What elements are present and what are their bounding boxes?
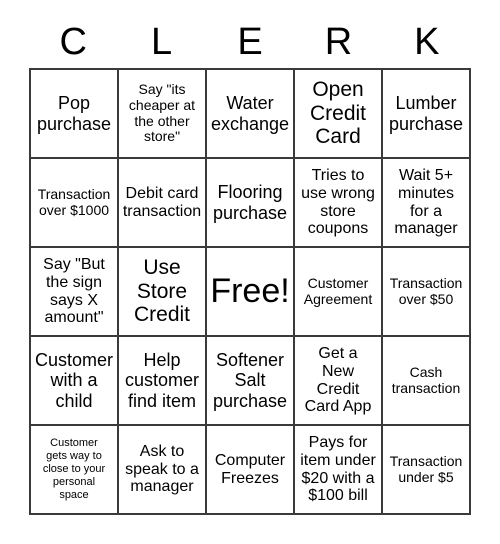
bingo-cell-r4-c3[interactable]: Softener Salt purchase [207, 337, 295, 426]
bingo-cell-label: Pays for item under $20 with a $100 bill [300, 433, 376, 505]
bingo-header-letter-1: C [59, 21, 87, 63]
bingo-cell-r4-c5[interactable]: Cash transaction [383, 337, 471, 426]
bingo-cell-r1-c3[interactable]: Water exchange [207, 70, 295, 159]
bingo-cell-label: Say "But the sign says X amount" [43, 255, 105, 327]
bingo-cell-r5-c1[interactable]: Customer gets way to close to your perso… [31, 426, 119, 515]
bingo-cell-label: Use Store Credit [133, 256, 191, 327]
bingo-cell-r4-c2[interactable]: Help customer find item [119, 337, 207, 426]
bingo-cell-label: Softener Salt purchase [212, 350, 288, 411]
bingo-cell-label: Transaction under $5 [389, 452, 463, 485]
bingo-cell-r1-c1[interactable]: Pop purchase [31, 70, 119, 159]
bingo-cell-r5-c3[interactable]: Computer Freezes [207, 426, 295, 515]
bingo-cell-label: Get a New Credit Card App [304, 344, 372, 416]
bingo-cell-r2-c3[interactable]: Flooring purchase [207, 159, 295, 248]
bingo-cell-label: Lumber purchase [388, 93, 464, 134]
bingo-cell-r5-c5[interactable]: Transaction under $5 [383, 426, 471, 515]
bingo-cell-r4-c1[interactable]: Customer with a child [31, 337, 119, 426]
bingo-cell-r2-c4[interactable]: Tries to use wrong store coupons [295, 159, 383, 248]
bingo-cell-label: Help customer find item [124, 350, 200, 411]
bingo-cell-r2-c2[interactable]: Debit card transaction [119, 159, 207, 248]
bingo-cell-label: Water exchange [210, 93, 290, 134]
bingo-cell-r5-c4[interactable]: Pays for item under $20 with a $100 bill [295, 426, 383, 515]
bingo-header-letter-3: E [237, 21, 263, 63]
bingo-cell-label: Pop purchase [36, 93, 112, 134]
bingo-cell-label: Customer with a child [34, 350, 114, 411]
bingo-cell-r3-c1[interactable]: Say "But the sign says X amount" [31, 248, 119, 337]
bingo-cell-label: Customer Agreement [303, 274, 373, 307]
bingo-cell-r5-c2[interactable]: Ask to speak to a manager [119, 426, 207, 515]
bingo-header-letter-2: L [151, 21, 173, 63]
bingo-header-letter-4: R [324, 21, 353, 63]
bingo-cell-label: Open Credit Card [309, 78, 367, 149]
bingo-cell-label: Tries to use wrong store coupons [301, 166, 375, 238]
bingo-grid: Pop purchase Say "its cheaper at the othe… [29, 68, 471, 515]
bingo-cell-r4-c4[interactable]: Get a New Credit Card App [295, 337, 383, 426]
bingo-cell-label: Customer gets way to close to your perso… [42, 436, 106, 502]
bingo-cell-label: Transaction over $1000 [37, 185, 111, 218]
bingo-cell-label: Ask to speak to a manager [125, 442, 199, 496]
bingo-cell-label: Transaction over $50 [389, 274, 463, 307]
bingo-card: C L E R K Pop purchase Say "its cheaper at th… [0, 0, 500, 544]
bingo-cell-r3-c5[interactable]: Transaction over $50 [383, 248, 471, 337]
bingo-cell-label: Free! [210, 271, 290, 310]
bingo-cell-r2-c5[interactable]: Wait 5+ minutes for a manager [383, 159, 471, 248]
bingo-cell-label: Say "its cheaper at the other store" [128, 81, 196, 145]
bingo-cell-label: Debit card transaction [122, 184, 202, 220]
bingo-cell-r1-c5[interactable]: Lumber purchase [383, 70, 471, 159]
bingo-cell-label: Flooring purchase [212, 182, 288, 223]
bingo-cell-label: Wait 5+ minutes for a manager [394, 166, 458, 238]
bingo-cell-label: Computer Freezes [214, 451, 286, 487]
bingo-cell-r3-c2[interactable]: Use Store Credit [119, 248, 207, 337]
bingo-header-letter-5: K [414, 21, 440, 63]
bingo-cell-free-space[interactable]: Free! [207, 248, 295, 337]
bingo-cell-r3-c4[interactable]: Customer Agreement [295, 248, 383, 337]
bingo-cell-label: Cash transaction [391, 363, 461, 396]
bingo-cell-r1-c4[interactable]: Open Credit Card [295, 70, 383, 159]
bingo-cell-r1-c2[interactable]: Say "its cheaper at the other store" [119, 70, 207, 159]
bingo-header-letters: CLERK [29, 16, 471, 68]
bingo-cell-r2-c1[interactable]: Transaction over $1000 [31, 159, 119, 248]
